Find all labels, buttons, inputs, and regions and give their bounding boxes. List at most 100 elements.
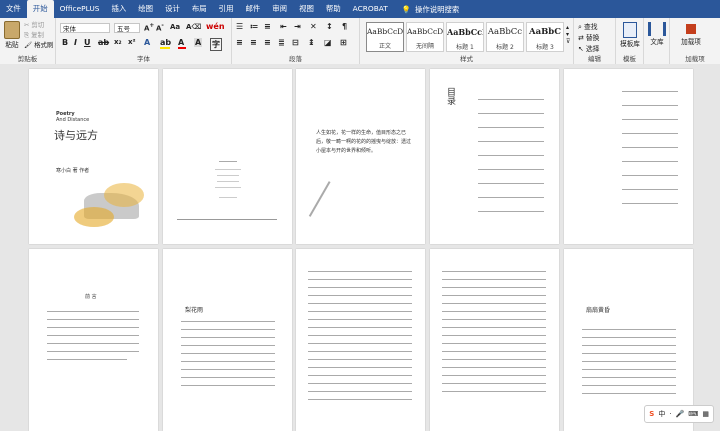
align-left-icon[interactable]: ≡: [236, 38, 243, 47]
page-body-2: [430, 249, 559, 431]
select-button[interactable]: ↖ 选择: [578, 43, 599, 53]
tab-officeplus[interactable]: OfficePLUS: [54, 0, 106, 18]
style-heading-2[interactable]: AaBbCc 标题 2: [486, 22, 524, 52]
chinese-layout-icon[interactable]: ✕: [310, 22, 317, 31]
paste-button[interactable]: 粘贴: [3, 21, 21, 49]
decrease-indent-icon[interactable]: ⇤: [280, 22, 287, 31]
tab-acrobat[interactable]: ACROBAT: [347, 0, 394, 18]
align-center-icon[interactable]: ≡: [250, 38, 257, 47]
styles-more-icon[interactable]: ▴ ▾ ⊽: [566, 24, 570, 45]
font-color-icon[interactable]: A: [178, 38, 186, 49]
cover-title: 诗与远方: [54, 129, 98, 142]
superscript-icon[interactable]: x²: [128, 38, 136, 46]
paste-icon: [4, 21, 20, 39]
page-toc: 目录: [430, 69, 559, 244]
books-icon: [648, 22, 666, 36]
find-button[interactable]: ⌕ 查找: [578, 21, 598, 32]
phonetic-guide-icon[interactable]: wén: [206, 22, 225, 31]
addins-button[interactable]: 加载项: [676, 22, 706, 46]
strikethrough-icon[interactable]: ab: [98, 38, 109, 47]
tab-review[interactable]: 审阅: [266, 0, 293, 18]
style-heading-1[interactable]: AaBbCcE 标题 1: [446, 22, 484, 52]
text-effects-icon[interactable]: A: [144, 38, 150, 47]
addins-group: 加载项 加载项: [670, 18, 720, 64]
justify-icon[interactable]: ≣: [278, 38, 285, 47]
highlight-icon[interactable]: ab: [160, 38, 171, 49]
cursor-icon: ↖: [578, 45, 584, 53]
shading-icon[interactable]: ◪: [324, 38, 332, 47]
lightbulb-icon: 💡: [401, 4, 411, 14]
cover-en-subtitle: And Distance: [56, 117, 90, 123]
character-border-icon[interactable]: 字: [210, 38, 222, 51]
ime-mode[interactable]: 中: [658, 409, 665, 419]
clipboard-group: 粘贴 ✂ 剪切 ⎘ 复制 🖌 格式刷 剪贴板: [0, 18, 56, 64]
line-spacing-icon[interactable]: ↨: [308, 38, 315, 47]
font-size-select[interactable]: 五号: [114, 23, 140, 33]
tab-references[interactable]: 引用: [213, 0, 240, 18]
replace-button[interactable]: ⇄ 替换: [578, 32, 599, 42]
addins-icon: [686, 24, 696, 34]
page-poem: 人生如花，花一样的生命，值目形态之已后，敬一畴一啊的花的的摇曳与绽放：透过小屋本…: [296, 69, 425, 244]
borders-icon[interactable]: ⊞: [340, 38, 347, 47]
mic-icon[interactable]: 🎤: [676, 410, 685, 418]
tab-design[interactable]: 设计: [159, 0, 186, 18]
italic-icon[interactable]: I: [74, 38, 77, 47]
document-workspace[interactable]: Poetry And Distance 诗与远方 寒小白 著 作者 人生如花，花…: [0, 64, 720, 431]
subscript-icon[interactable]: x₂: [114, 38, 122, 46]
tab-mailings[interactable]: 邮件: [239, 0, 266, 18]
page-cover: Poetry And Distance 诗与远方 寒小白 著 作者: [29, 69, 158, 244]
page-body-1: [296, 249, 425, 431]
increase-indent-icon[interactable]: ⇥: [294, 22, 301, 31]
page-toc-2: [564, 69, 693, 244]
template-icon: [623, 22, 637, 38]
styles-label: 样式: [460, 55, 473, 63]
copy-button[interactable]: ⎘ 复制: [24, 30, 44, 40]
cut-button[interactable]: ✂ 剪切: [24, 20, 44, 29]
chapter-1-title: 梨花雨: [185, 307, 204, 314]
multilevel-list-icon[interactable]: ≡: [264, 22, 271, 31]
library-group: 文库: [644, 18, 670, 64]
template-library-button[interactable]: 模板库: [618, 22, 642, 48]
library-button[interactable]: 文库: [646, 22, 668, 46]
toc-title: 目录: [445, 87, 455, 105]
underline-icon[interactable]: U: [84, 38, 91, 47]
ime-menu-icon[interactable]: ▦: [702, 410, 709, 418]
tell-me-search[interactable]: 💡 操作说明搜索: [394, 4, 460, 15]
style-normal[interactable]: AaBbCcDdE 正文: [366, 22, 404, 52]
numbering-icon[interactable]: ≔: [250, 22, 259, 31]
tab-insert[interactable]: 插入: [105, 0, 132, 18]
font-name-select[interactable]: 宋体: [60, 23, 110, 33]
grow-font-icon[interactable]: A+: [144, 23, 154, 32]
character-shading-icon[interactable]: A: [194, 38, 203, 47]
tab-file[interactable]: 文件: [0, 0, 27, 18]
align-right-icon[interactable]: ≡: [264, 38, 271, 47]
clear-format-icon[interactable]: A⌫: [186, 23, 201, 31]
ime-toolbar[interactable]: S 中 · 🎤 ⌨ ▦: [644, 405, 714, 423]
style-heading-3[interactable]: AaBbC 标题 3: [526, 22, 564, 52]
tab-view[interactable]: 视图: [293, 0, 320, 18]
page-chapter-1: 梨花雨: [163, 249, 292, 431]
ribbon: 粘贴 ✂ 剪切 ⎘ 复制 🖌 格式刷 剪贴板 宋体 五号 A+ A- Aa A⌫…: [0, 18, 720, 65]
tab-help[interactable]: 帮助: [320, 0, 347, 18]
shrink-font-icon[interactable]: A-: [156, 23, 164, 32]
punctuation-icon[interactable]: ·: [669, 410, 671, 418]
tab-draw[interactable]: 绘图: [132, 0, 159, 18]
page-preface: 前 言: [29, 249, 158, 431]
bullets-icon[interactable]: ☰: [236, 22, 243, 31]
distributed-icon[interactable]: ⊟: [292, 38, 299, 47]
chapter-2-title: 扇扇黄昏: [586, 307, 611, 314]
editing-group: ⌕ 查找 ⇄ 替换 ↖ 选择 编辑: [574, 18, 616, 64]
tab-layout[interactable]: 布局: [186, 0, 213, 18]
template-label: 模板: [623, 55, 636, 63]
sort-icon[interactable]: ↕: [326, 22, 333, 31]
keyboard-icon[interactable]: ⌨: [688, 410, 698, 418]
format-painter-button[interactable]: 🖌 格式刷: [24, 40, 53, 49]
addins-label: 加载项: [685, 55, 705, 63]
bold-icon[interactable]: B: [62, 38, 68, 47]
style-no-spacing[interactable]: AaBbCcDdE 无间隔: [406, 22, 444, 52]
show-marks-icon[interactable]: ¶: [342, 22, 347, 31]
change-case-icon[interactable]: Aa: [170, 23, 180, 31]
template-group: 模板库 模板: [616, 18, 644, 64]
tab-home[interactable]: 开始: [26, 0, 54, 18]
tell-me-label: 操作说明搜索: [414, 4, 460, 14]
